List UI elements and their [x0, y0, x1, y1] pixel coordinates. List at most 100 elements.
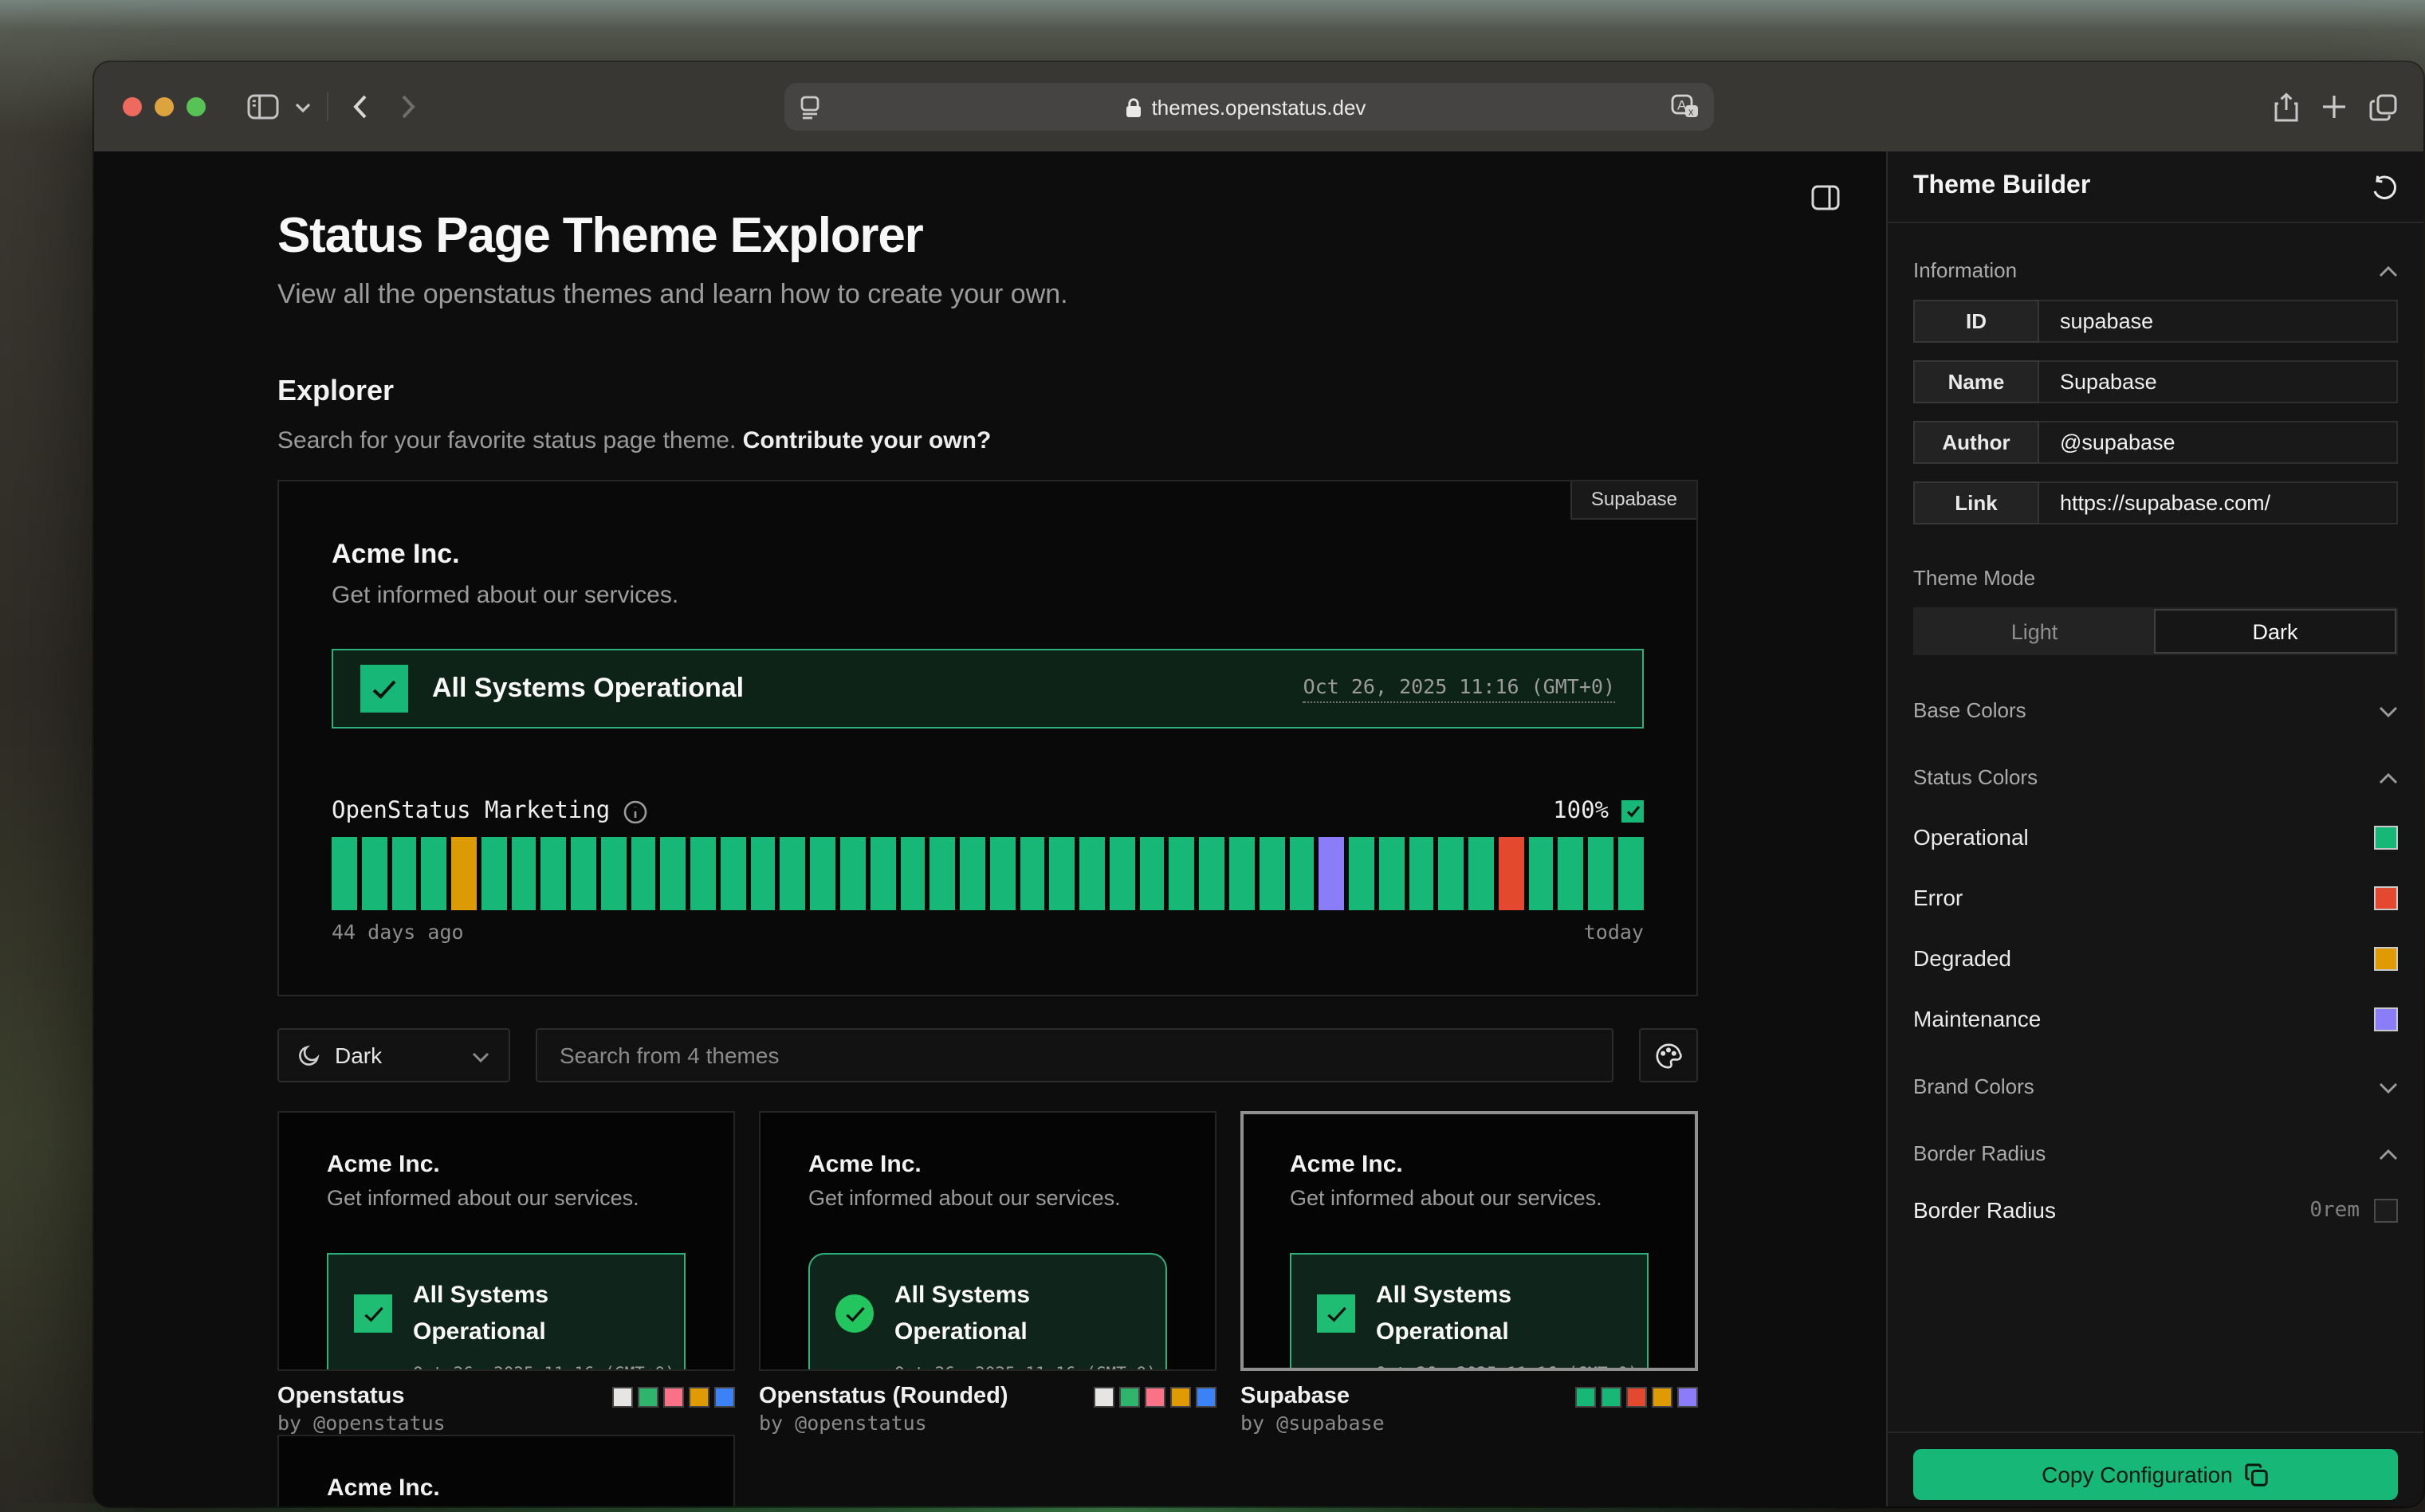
uptime-bar-operational[interactable] [1169, 837, 1195, 910]
share-icon[interactable] [2274, 92, 2299, 122]
theme-mode-dropdown[interactable]: Dark [277, 1028, 510, 1082]
status-color-swatch-degraded[interactable] [2374, 946, 2398, 970]
border-radius-swatch[interactable] [2374, 1198, 2398, 1222]
uptime-bar-operational[interactable] [1020, 837, 1045, 910]
info-field-input-link[interactable] [2039, 481, 2398, 524]
uptime-bar-operational[interactable] [332, 837, 357, 910]
explorer-description: Search for your favorite status page the… [277, 427, 1698, 454]
uptime-bar-operational[interactable] [571, 837, 596, 910]
sidebar-toggle-icon[interactable] [241, 86, 285, 128]
status-color-name: Maintenance [1913, 1006, 2041, 1031]
uptime-bar-operational[interactable] [811, 837, 836, 910]
uptime-check-icon [1621, 800, 1644, 823]
uptime-bar-operational[interactable] [750, 837, 776, 910]
status-color-rows: OperationalErrorDegradedMaintenance [1913, 824, 2398, 1031]
uptime-bar-operational[interactable] [1079, 837, 1105, 910]
minimize-window-button[interactable] [155, 97, 174, 116]
contribute-link[interactable]: Contribute your own? [743, 427, 992, 454]
theme-mode-option-dark[interactable]: Dark [2154, 609, 2396, 654]
explorer-heading: Explorer [277, 375, 1698, 408]
uptime-bar-operational[interactable] [631, 837, 656, 910]
section-status-colors[interactable]: Status Colors [1913, 765, 2398, 789]
mini-status-timestamp: Oct 26, 2025 11:16 (GMT+0) [1376, 1365, 1638, 1371]
uptime-bar-operational[interactable] [1439, 837, 1464, 910]
theme-mode-segment: LightDark [1913, 607, 2398, 655]
page-format-icon[interactable] [799, 95, 821, 119]
uptime-bar-operational[interactable] [690, 837, 716, 910]
close-window-button[interactable] [123, 97, 142, 116]
border-radius-value[interactable]: 0rem [2309, 1198, 2360, 1222]
uptime-bar-operational[interactable] [900, 837, 926, 910]
section-base-colors[interactable]: Base Colors [1913, 698, 2398, 722]
uptime-bar-operational[interactable] [1468, 837, 1494, 910]
uptime-bar-operational[interactable] [1050, 837, 1075, 910]
uptime-bar-operational[interactable] [541, 837, 567, 910]
uptime-bar-operational[interactable] [1259, 837, 1284, 910]
palette-button[interactable] [1639, 1028, 1698, 1082]
translate-icon[interactable]: A x [1671, 94, 1700, 120]
uptime-bar-operational[interactable] [511, 837, 536, 910]
new-tab-icon[interactable] [2321, 94, 2347, 120]
info-field-input-id[interactable] [2039, 300, 2398, 343]
theme-card[interactable]: Acme Inc. Get informed about our service… [277, 1111, 735, 1371]
theme-card[interactable]: Acme Inc. Get informed about our service… [759, 1111, 1216, 1371]
uptime-bar-operational[interactable] [362, 837, 387, 910]
uptime-bar-operational[interactable] [721, 837, 746, 910]
uptime-bar-error[interactable] [1499, 837, 1524, 910]
info-field-input-name[interactable] [2039, 360, 2398, 403]
theme-mode-option-light[interactable]: Light [1915, 609, 2154, 654]
uptime-bar-operational[interactable] [601, 837, 627, 910]
uptime-bar-operational[interactable] [1618, 837, 1644, 910]
status-color-swatch-error[interactable] [2374, 886, 2398, 909]
status-color-swatch-maintenance[interactable] [2374, 1007, 2398, 1031]
theme-search-input[interactable] [537, 1030, 1612, 1081]
status-color-swatch-operational[interactable] [2374, 825, 2398, 849]
section-brand-colors[interactable]: Brand Colors [1913, 1074, 2398, 1098]
info-field-input-author[interactable] [2039, 421, 2398, 464]
theme-swatches [612, 1386, 735, 1407]
address-bar[interactable]: themes.openstatus.dev A x [784, 83, 1714, 131]
uptime-bar-operational[interactable] [1588, 837, 1613, 910]
uptime-bar-degraded[interactable] [451, 837, 477, 910]
uptime-bar-operational[interactable] [481, 837, 507, 910]
main-content: Status Page Theme Explorer View all the … [94, 151, 1886, 1506]
status-timestamp[interactable]: Oct 26, 2025 11:16 (GMT+0) [1303, 674, 1615, 703]
uptime-bar-operational[interactable] [1139, 837, 1165, 910]
desktop-wallpaper: themes.openstatus.dev A x [0, 0, 2425, 1512]
uptime-bar-operational[interactable] [1379, 837, 1405, 910]
uptime-bar-operational[interactable] [1289, 837, 1315, 910]
uptime-bar-operational[interactable] [871, 837, 896, 910]
uptime-bar-operational[interactable] [391, 837, 417, 910]
uptime-bar-operational[interactable] [1349, 837, 1374, 910]
forward-button[interactable] [386, 86, 430, 128]
uptime-bar-operational[interactable] [1558, 837, 1584, 910]
chevron-down-icon[interactable] [289, 86, 317, 128]
uptime-bar-operational[interactable] [840, 837, 866, 910]
reset-theme-icon[interactable] [2371, 173, 2398, 200]
uptime-bar-maintenance[interactable] [1319, 837, 1345, 910]
uptime-bar-operational[interactable] [960, 837, 985, 910]
uptime-bar-operational[interactable] [661, 837, 686, 910]
uptime-bar-operational[interactable] [1199, 837, 1224, 910]
theme-card[interactable]: Acme Inc. Get informed about our service… [1240, 1111, 1698, 1371]
panel-right-toggle-icon[interactable] [1806, 180, 1845, 215]
section-border-radius[interactable]: Border Radius [1913, 1141, 2398, 1165]
uptime-bar-operational[interactable] [422, 837, 447, 910]
theme-card[interactable]: Acme Inc. Get informed about our service… [277, 1435, 735, 1506]
uptime-bar-operational[interactable] [930, 837, 956, 910]
status-colors-label: Status Colors [1913, 765, 2038, 789]
uptime-bar-operational[interactable] [780, 837, 806, 910]
uptime-bar-operational[interactable] [1528, 837, 1554, 910]
url-text: themes.openstatus.dev [1152, 95, 1366, 119]
back-button[interactable] [338, 86, 383, 128]
uptime-bar-operational[interactable] [990, 837, 1016, 910]
uptime-bar-operational[interactable] [1110, 837, 1135, 910]
uptime-bar-operational[interactable] [1229, 837, 1255, 910]
maximize-window-button[interactable] [187, 97, 206, 116]
tab-overview-icon[interactable] [2369, 93, 2398, 120]
copy-configuration-button[interactable]: Copy Configuration [1913, 1449, 2398, 1500]
uptime-bar-tracker [332, 837, 1644, 910]
info-icon[interactable] [623, 799, 647, 823]
section-information[interactable]: Information [1913, 258, 2398, 282]
uptime-bar-operational[interactable] [1409, 837, 1434, 910]
